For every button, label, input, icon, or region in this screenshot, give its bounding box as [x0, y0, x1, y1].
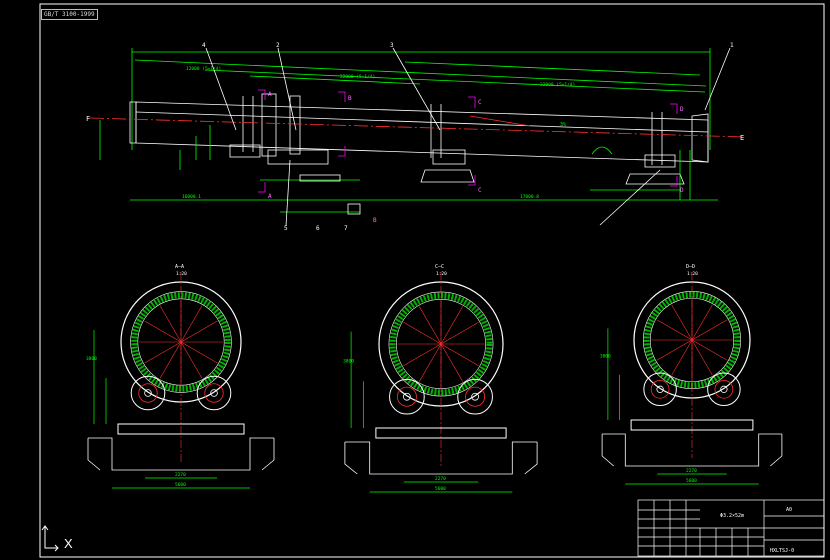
section-view-2: C—C1:20 3800 2270 5600	[343, 264, 538, 493]
title-block-text: Φ3.2×52m A0 HXLTSJ-0	[720, 507, 794, 554]
dim-top-1: 12000 (5+1/4)	[186, 66, 221, 72]
ucs-axis-icon	[41, 525, 59, 552]
section-a-top: A	[268, 91, 272, 98]
view-scale-3: 1:20	[687, 271, 698, 277]
section-a-bottom: A	[268, 193, 272, 200]
ucs-x-label: X	[64, 536, 73, 551]
balloon-6: 6	[316, 225, 320, 232]
end-marker-f: F	[86, 115, 90, 123]
title-block-sheet: A0	[786, 507, 792, 513]
balloon-5: 5	[284, 225, 288, 232]
balloon-7: 7	[344, 225, 348, 232]
section-views: A—A1:20380022705600C—C1:20380022705600D—…	[86, 264, 783, 493]
view-height-dim-2: 3800	[343, 359, 354, 365]
view-base-dim-a-1: 2270	[175, 472, 186, 478]
view-base-dim-b-3: 5600	[686, 478, 697, 484]
view-title-2: C—C	[435, 264, 444, 270]
title-block	[637, 499, 825, 557]
balloon-2: 2	[276, 42, 280, 49]
dim-bottom-1: 16000.1	[182, 194, 201, 200]
dim-bottom-2: 17000.8	[520, 194, 539, 200]
title-block-drawing-no: HXLTSJ-0	[770, 548, 794, 554]
title-block-name: Φ3.2×52m	[720, 513, 744, 519]
section-view-1: A—A1:20 3800 2270 5600	[86, 264, 275, 489]
view-base-dim-a-2: 2270	[435, 476, 446, 482]
balloon-1: 1	[730, 42, 734, 49]
balloon-3: 3	[390, 42, 394, 49]
elevation-labels: 4 2 3 1 F E A B C D A B C D 5 6 7 3% 120…	[86, 42, 744, 232]
view-base-dim-b-1: 5600	[175, 482, 186, 488]
section-view-3: D—D1:20 3800 2270 5600	[600, 264, 783, 485]
section-b-bottom: B	[373, 217, 377, 224]
file-tag: GB/T 3100-1999	[41, 9, 98, 20]
slope-label: 3%	[560, 122, 566, 128]
view-base-dim-b-2: 5600	[435, 486, 446, 492]
view-scale-2: 1:20	[436, 271, 447, 277]
cad-drawing-canvas[interactable]: 4 2 3 1 F E A B C D A B C D 5 6 7 3% 120…	[0, 0, 830, 560]
section-c-top: C	[478, 99, 482, 106]
section-b-top: B	[348, 95, 352, 102]
view-height-dim-3: 3800	[600, 353, 611, 359]
view-scale-1: 1:20	[176, 271, 187, 277]
end-marker-e: E	[740, 134, 744, 142]
balloon-4: 4	[202, 42, 206, 49]
dim-top-3: 22000 (5+1/4)	[540, 82, 575, 88]
view-title-3: D—D	[686, 264, 695, 270]
section-d-top: D	[680, 106, 684, 113]
section-c-bottom: C	[478, 187, 482, 194]
dim-top-2: 22000 (5+1/4)	[340, 74, 375, 80]
section-d-bottom: D	[680, 187, 684, 194]
view-height-dim-1: 3800	[86, 356, 97, 362]
view-title-1: A—A	[175, 264, 184, 270]
view-base-dim-a-3: 2270	[686, 468, 697, 474]
